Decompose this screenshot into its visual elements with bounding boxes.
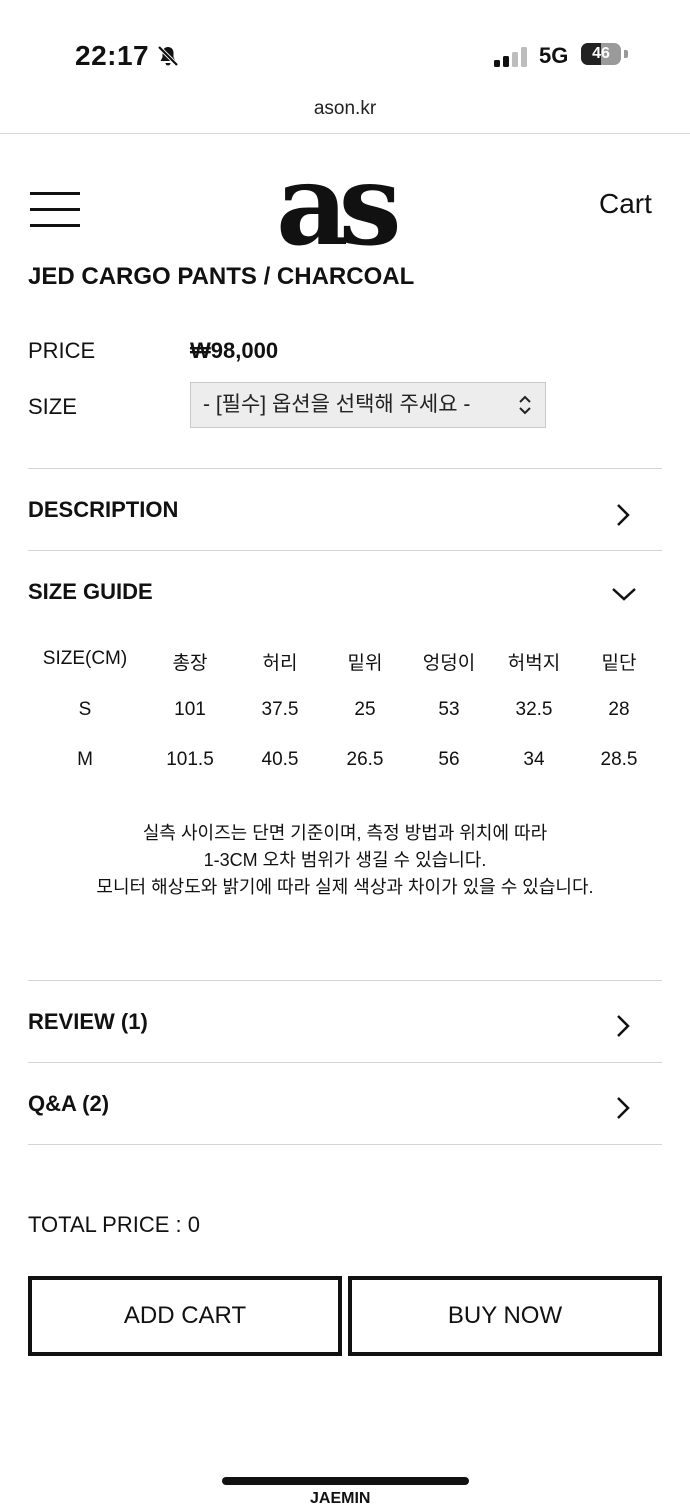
price-label: PRICE [28, 338, 96, 363]
size-label: SIZE [28, 394, 77, 419]
size-note-line: 모니터 해상도와 밝기에 따라 실제 색상과 차이가 있을 수 있습니다. [96, 877, 594, 897]
table-cell: 101 [174, 699, 206, 720]
chevron-right-icon[interactable] [612, 1095, 634, 1121]
divider [28, 468, 662, 469]
table-cell: 25 [354, 699, 376, 720]
divider [28, 1062, 662, 1063]
size-note-line: 1-3CM 오차 범위가 생길 수 있습니다. [203, 850, 487, 870]
table-cell: S [78, 699, 92, 720]
product-title: JED CARGO PANTS / CHARCOAL [28, 263, 415, 290]
table-header-cell: 밑위 [347, 653, 383, 674]
size-select-value: - [필수] 옵션을 선택해 주세요 - [203, 393, 471, 416]
battery-level: 46 [592, 45, 610, 62]
url-bar-divider [0, 133, 690, 134]
table-cell: 53 [438, 699, 460, 720]
bell-muted-icon [157, 45, 179, 67]
size-guide-toggle[interactable]: SIZE GUIDE [28, 579, 153, 605]
table-cell: 26.5 [346, 749, 384, 770]
table-header-cell: 엉덩이 [422, 653, 476, 674]
price-value: ₩98,000 [190, 338, 279, 363]
review-toggle[interactable]: REVIEW (1) [28, 1009, 148, 1035]
chevron-down-icon[interactable] [610, 584, 638, 604]
table-cell: 56 [438, 749, 460, 770]
table-cell: 28 [608, 699, 630, 720]
table-cell: 40.5 [261, 749, 299, 770]
size-note: 실측 사이즈는 단면 기준이며, 측정 방법과 위치에 따라 1-3CM 오차 … [0, 820, 690, 901]
brand-logo[interactable]: as [276, 150, 402, 262]
table-header-cell: SIZE(CM) [42, 648, 128, 669]
network-type: 5G [539, 43, 569, 68]
cart-link[interactable]: Cart [599, 188, 652, 220]
chevron-right-icon[interactable] [612, 502, 634, 528]
table-cell: 34 [523, 749, 545, 770]
size-select[interactable]: - [필수] 옵션을 선택해 주세요 - [190, 382, 546, 428]
buy-now-button[interactable]: BUY NOW [348, 1276, 662, 1356]
status-time: 22:17 [75, 40, 150, 71]
table-header-cell: 허리 [262, 653, 298, 674]
battery-icon: 46 [581, 43, 621, 65]
table-cell: 101.5 [166, 749, 214, 770]
divider [28, 980, 662, 981]
total-price: TOTAL PRICE : 0 [28, 1212, 200, 1237]
divider [28, 1144, 662, 1145]
signal-strength-icon [494, 47, 527, 67]
table-cell: M [77, 749, 93, 770]
size-note-line: 실측 사이즈는 단면 기준이며, 측정 방법과 위치에 따라 [142, 823, 548, 843]
table-cell: 37.5 [261, 699, 299, 720]
home-indicator[interactable] [222, 1477, 469, 1485]
divider [28, 550, 662, 551]
table-cell: 32.5 [515, 699, 553, 720]
browser-url[interactable]: ason.kr [0, 98, 690, 120]
table-header-cell: 허벅지 [507, 653, 561, 674]
add-cart-button[interactable]: ADD CART [28, 1276, 342, 1356]
hamburger-menu-icon[interactable] [30, 192, 80, 228]
qna-toggle[interactable]: Q&A (2) [28, 1091, 109, 1117]
description-toggle[interactable]: DESCRIPTION [28, 497, 178, 523]
chevron-right-icon[interactable] [612, 1013, 634, 1039]
table-cell: 28.5 [600, 749, 638, 770]
table-header-cell: 밑단 [601, 653, 637, 674]
footer-partial-text: JAEMIN [310, 1490, 371, 1507]
battery-tip [624, 50, 628, 58]
updown-chevron-icon [517, 383, 533, 445]
table-header-cell: 총장 [172, 653, 208, 674]
